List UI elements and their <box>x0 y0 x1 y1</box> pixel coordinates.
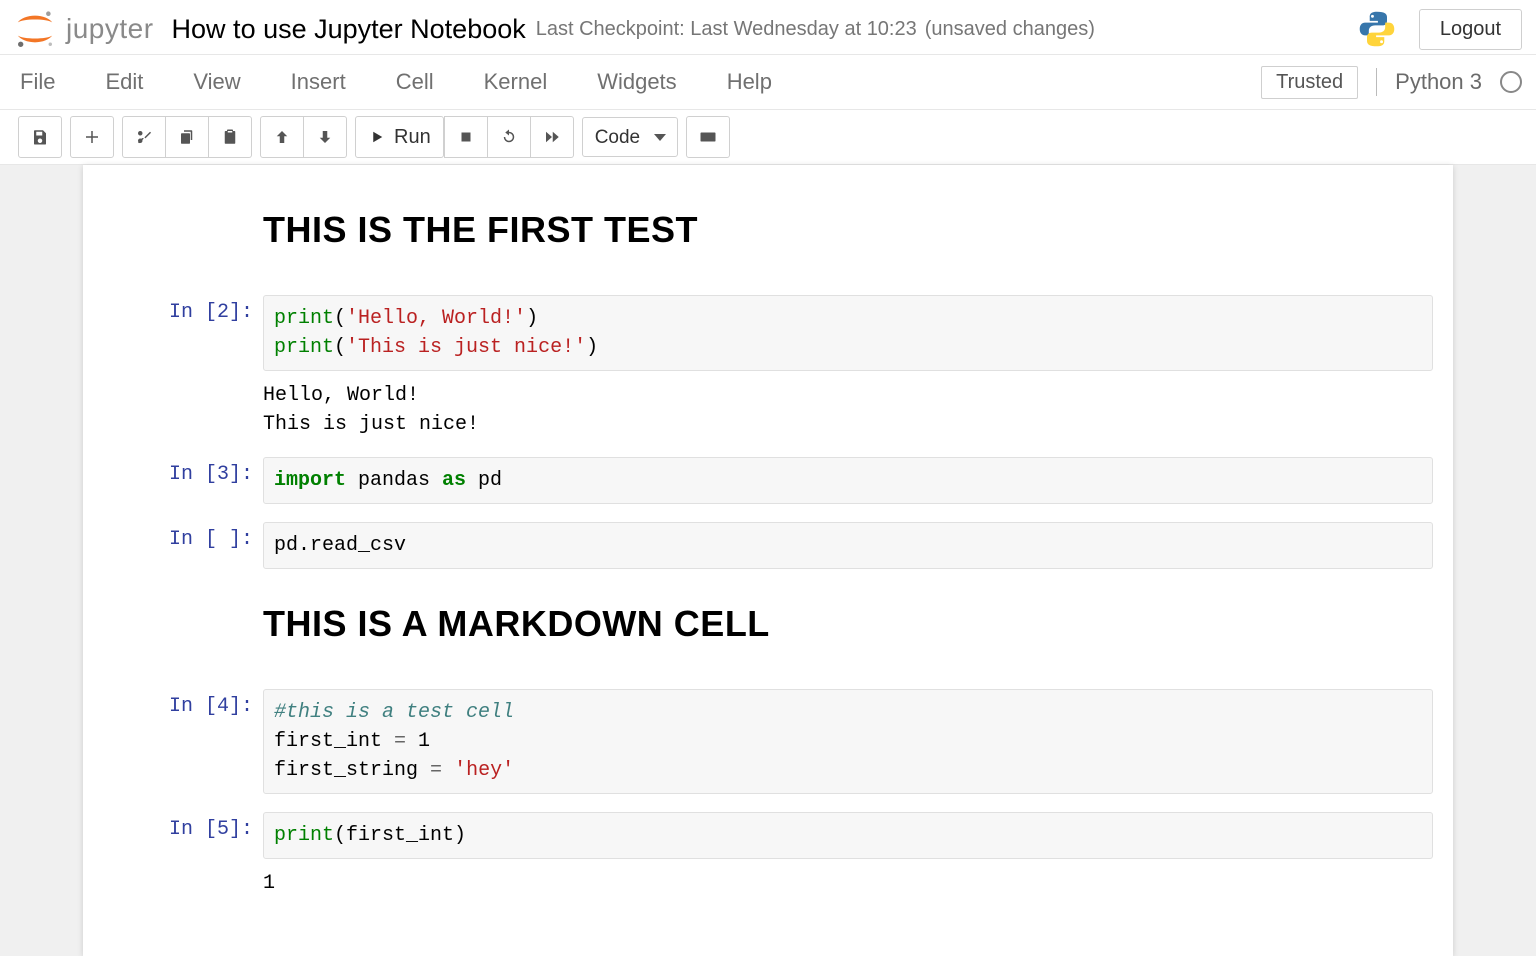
paste-button[interactable] <box>209 116 252 158</box>
menu-view[interactable]: View <box>187 59 246 105</box>
markdown-heading: THIS IS THE FIRST TEST <box>263 209 1433 251</box>
run-button[interactable]: Run <box>355 116 444 158</box>
save-icon <box>31 128 49 146</box>
toolbar: Run Code <box>0 110 1536 165</box>
markdown-cell[interactable]: THIS IS THE FIRST TEST <box>103 193 1433 277</box>
notebook-container: THIS IS THE FIRST TEST In [2]:print('Hell… <box>83 165 1453 956</box>
menu-cell[interactable]: Cell <box>390 59 440 105</box>
cut-icon <box>135 128 153 146</box>
restart-run-all-button[interactable] <box>531 116 574 158</box>
menu-file[interactable]: File <box>14 59 61 105</box>
plus-icon <box>83 128 101 146</box>
run-button-label: Run <box>394 126 431 149</box>
input-prompt: In [2]: <box>103 295 263 439</box>
cut-button[interactable] <box>122 116 166 158</box>
input-prompt: In [ ]: <box>103 522 263 569</box>
code-input[interactable]: print(first_int) <box>263 812 1433 859</box>
menubar: FileEditViewInsertCellKernelWidgetsHelp … <box>0 55 1536 110</box>
trusted-indicator[interactable]: Trusted <box>1261 66 1358 99</box>
code-input[interactable]: #this is a test cell first_int = 1 first… <box>263 689 1433 794</box>
markdown-heading: THIS IS A MARKDOWN CELL <box>263 603 1433 645</box>
notebook-header: jupyter How to use Jupyter Notebook Last… <box>0 0 1536 55</box>
code-input[interactable]: import pandas as pd <box>263 457 1433 504</box>
insert-cell-button[interactable] <box>70 116 114 158</box>
code-cell[interactable]: In [4]:#this is a test cell first_int = … <box>103 689 1433 794</box>
fast-forward-icon <box>543 128 561 146</box>
restart-icon <box>500 128 518 146</box>
jupyter-logo-text: jupyter <box>66 13 154 45</box>
command-palette-button[interactable] <box>686 116 730 158</box>
kernel-status-icon <box>1500 71 1522 93</box>
markdown-cell[interactable]: THIS IS A MARKDOWN CELL <box>103 587 1433 671</box>
celltype-select[interactable]: Code <box>582 117 678 157</box>
input-prompt: In [3]: <box>103 457 263 504</box>
input-prompt <box>103 587 263 671</box>
restart-button[interactable] <box>488 116 531 158</box>
python-icon <box>1357 9 1397 49</box>
play-icon <box>368 128 386 146</box>
arrow-up-icon <box>273 128 291 146</box>
code-output: Hello, World! This is just nice! <box>263 371 1433 439</box>
copy-button[interactable] <box>166 116 209 158</box>
interrupt-button[interactable] <box>444 116 488 158</box>
jupyter-logo[interactable]: jupyter <box>14 8 154 50</box>
notebook-title[interactable]: How to use Jupyter Notebook <box>172 14 526 45</box>
input-prompt: In [5]: <box>103 812 263 898</box>
code-cell[interactable]: In [3]:import pandas as pd <box>103 457 1433 504</box>
kernel-separator <box>1376 68 1377 96</box>
code-cell[interactable]: In [2]:print('Hello, World!') print('Thi… <box>103 295 1433 439</box>
kernel-name[interactable]: Python 3 <box>1395 69 1482 95</box>
code-input[interactable]: pd.read_csv <box>263 522 1433 569</box>
save-button[interactable] <box>18 116 62 158</box>
code-input[interactable]: print('Hello, World!') print('This is ju… <box>263 295 1433 371</box>
menu-help[interactable]: Help <box>721 59 778 105</box>
move-up-button[interactable] <box>260 116 304 158</box>
code-cell[interactable]: In [ ]:pd.read_csv <box>103 522 1433 569</box>
keyboard-icon <box>699 128 717 146</box>
input-prompt: In [4]: <box>103 689 263 794</box>
celltype-select-wrap: Code <box>582 117 678 157</box>
menu-edit[interactable]: Edit <box>99 59 149 105</box>
menu-kernel[interactable]: Kernel <box>478 59 554 105</box>
input-prompt <box>103 193 263 277</box>
stop-icon <box>457 128 475 146</box>
checkpoint-status: Last Checkpoint: Last Wednesday at 10:23 <box>536 18 917 41</box>
code-cell[interactable]: In [5]:print(first_int)1 <box>103 812 1433 898</box>
logout-button[interactable]: Logout <box>1419 9 1522 50</box>
unsaved-status: (unsaved changes) <box>925 18 1095 41</box>
jupyter-icon <box>14 8 56 50</box>
paste-icon <box>221 128 239 146</box>
arrow-down-icon <box>316 128 334 146</box>
code-output: 1 <box>263 859 1433 898</box>
move-down-button[interactable] <box>304 116 347 158</box>
copy-icon <box>178 128 196 146</box>
menu-widgets[interactable]: Widgets <box>591 59 682 105</box>
menu-insert[interactable]: Insert <box>285 59 352 105</box>
